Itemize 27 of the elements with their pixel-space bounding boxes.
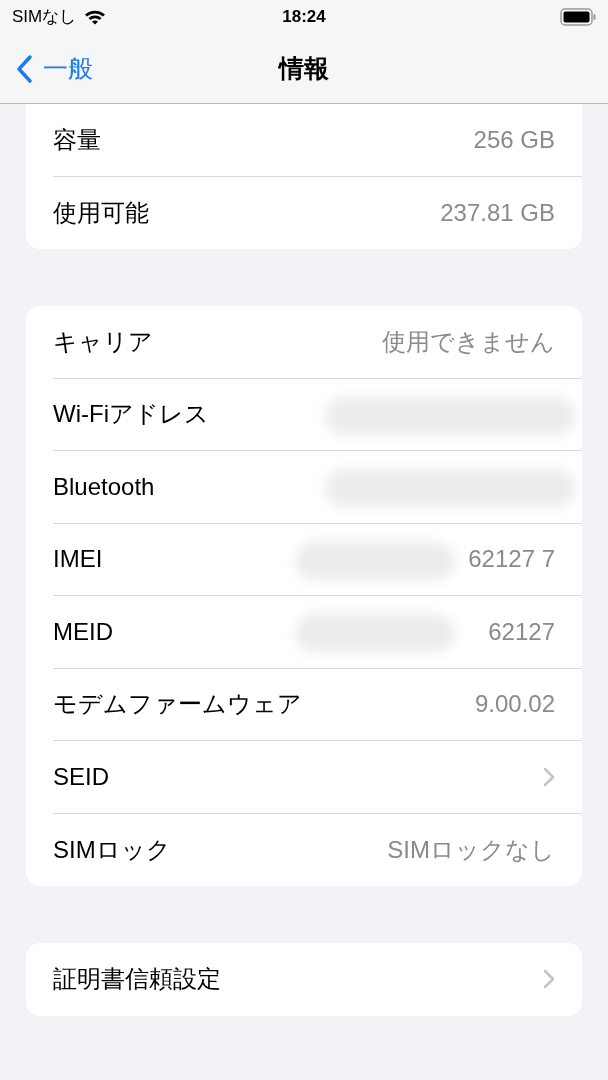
row-label: モデムファームウェア [53,689,302,720]
clock-text: 18:24 [281,6,327,29]
row-value: 256 GB [473,124,555,155]
wifi-icon [84,9,107,25]
row-label: Bluetooth [53,471,155,502]
row-value: 9.00.02 [474,689,555,720]
row-label: MEID [53,616,113,647]
page-title: 情報 [279,52,329,84]
row-label: 容量 [53,124,101,155]
chevron-icon [543,766,555,787]
row-label: 使用可能 [53,197,149,228]
back-button[interactable]: 一般 [0,49,93,88]
row-label: SEID [53,761,109,792]
row-value: 62127 7 [468,544,555,575]
row-value: 62127 [488,616,555,647]
carrier-text: SIMなし [12,6,77,29]
row-label: 証明書信頼設定 [53,964,221,995]
back-chevron-icon [15,53,33,84]
row-value: 237.81 GB [440,197,555,228]
row-label: キャリア [53,326,153,357]
row-label: IMEI [53,544,103,575]
battery-icon [560,8,596,26]
row-label: SIMロック [53,834,171,865]
row-label: Wi-Fiアドレス [53,399,209,430]
row-value: 使用できません [382,326,555,357]
chevron-icon [543,969,555,990]
row-value: SIMロックなし [387,834,555,865]
